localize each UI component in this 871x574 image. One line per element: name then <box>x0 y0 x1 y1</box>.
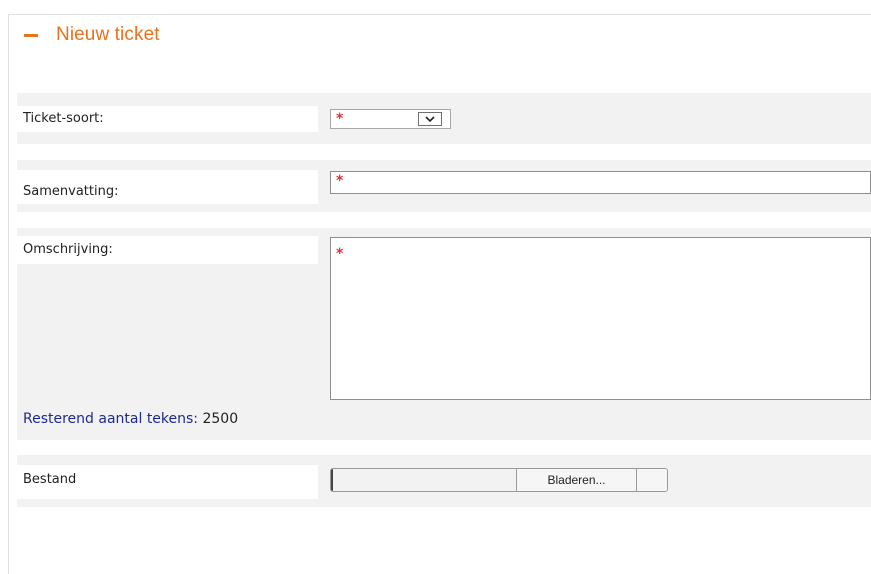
description-label: Omschrijving: <box>17 236 318 264</box>
required-marker: * <box>336 246 344 262</box>
remaining-characters-label: Resterend aantal tekens: <box>23 411 199 427</box>
section-header-nieuw-ticket[interactable]: Nieuw ticket <box>20 20 160 50</box>
browse-button-edge[interactable] <box>637 469 667 491</box>
section-title: Nieuw ticket <box>56 24 160 45</box>
file-label: Bestand <box>17 465 318 499</box>
description-textarea[interactable]: * <box>330 237 871 400</box>
browse-button[interactable]: Bladeren... <box>517 469 637 491</box>
file-upload[interactable]: Bladeren... <box>330 468 668 492</box>
ticket-type-label: Ticket-soort: <box>17 106 318 132</box>
ticket-type-select[interactable]: * <box>330 109 451 129</box>
required-marker: * <box>336 111 344 127</box>
file-path-input[interactable] <box>331 469 517 491</box>
required-marker: * <box>336 173 344 189</box>
remaining-characters: Resterend aantal tekens: 2500 <box>23 411 238 427</box>
chevron-down-icon[interactable] <box>418 112 442 126</box>
summary-label: Samenvatting: <box>17 170 318 204</box>
minus-icon[interactable] <box>24 33 38 37</box>
summary-input[interactable]: * <box>330 171 871 194</box>
remaining-characters-count: 2500 <box>202 411 239 427</box>
